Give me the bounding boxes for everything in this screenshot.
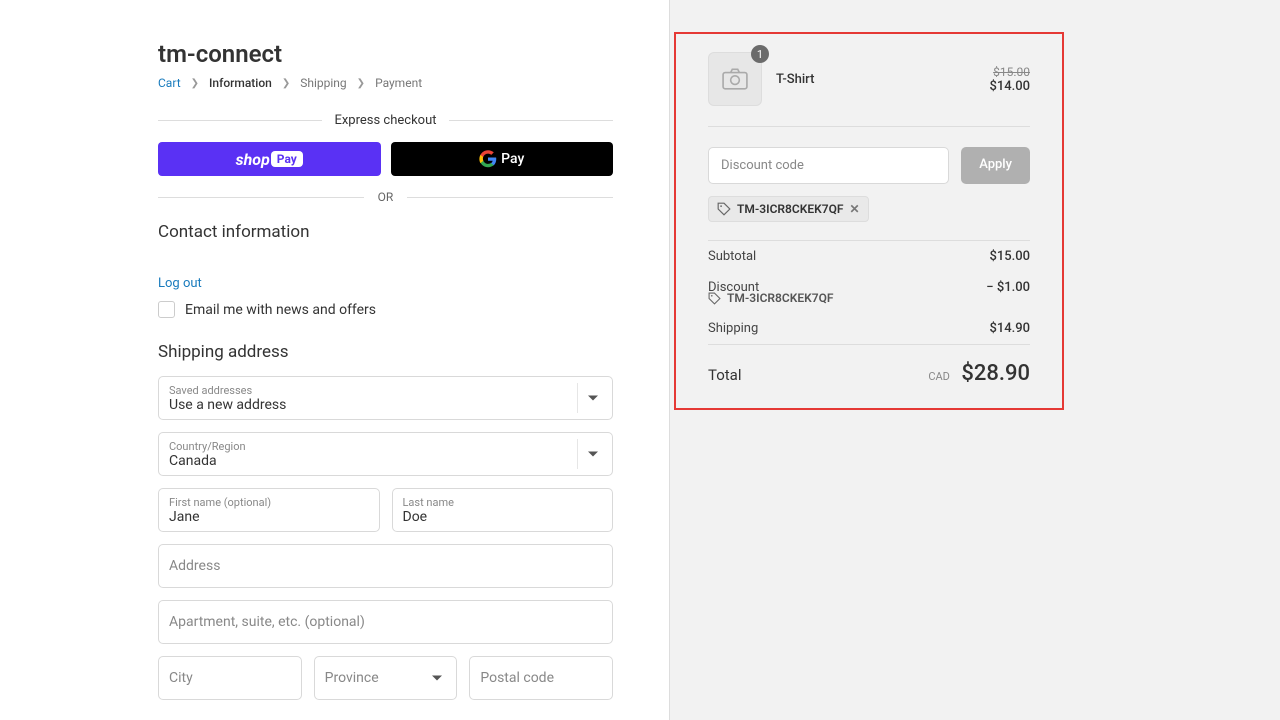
apply-discount-button[interactable]: Apply: [961, 147, 1030, 184]
country-select[interactable]: Country/Region Canada: [158, 432, 613, 476]
total-value: $28.90: [961, 361, 1030, 386]
shipping-address-heading: Shipping address: [158, 342, 613, 362]
chevron-right-icon: ❯: [282, 78, 290, 89]
checkout-form-panel: tm-connect Cart ❯ Information ❯ Shipping…: [0, 0, 670, 720]
contact-info-heading: Contact information: [158, 222, 613, 242]
product-price-discounted: $14.00: [989, 79, 1030, 94]
breadcrumb-payment: Payment: [375, 76, 422, 90]
tag-icon: [717, 202, 731, 216]
breadcrumb-cart[interactable]: Cart: [158, 76, 181, 90]
breadcrumb: Cart ❯ Information ❯ Shipping ❯ Payment: [158, 76, 613, 90]
remove-discount-icon[interactable]: ✕: [849, 202, 859, 216]
product-thumbnail: 1: [708, 52, 762, 106]
google-logo-icon: [479, 150, 497, 168]
currency-label: CAD: [928, 370, 950, 383]
express-checkout-label: Express checkout: [322, 113, 448, 128]
discount-value: − $1.00: [986, 280, 1030, 295]
shop-pay-logo: shop: [236, 150, 270, 169]
province-select[interactable]: Province: [314, 656, 458, 700]
discount-tag-label: TM-3ICR8CKEK7QF: [737, 202, 843, 216]
express-checkout-divider: Express checkout: [158, 112, 613, 128]
postal-code-field[interactable]: Postal code: [469, 656, 613, 700]
address-field[interactable]: Address: [158, 544, 613, 588]
shop-pay-button[interactable]: shop Pay: [158, 142, 381, 176]
saved-address-select[interactable]: Saved addresses Use a new address: [158, 376, 613, 420]
order-summary-panel: 1 T-Shirt $15.00 $14.00 Discount code Ap…: [670, 0, 1280, 720]
shipping-value: $14.90: [989, 321, 1030, 336]
tag-icon: [708, 292, 721, 305]
breadcrumb-information: Information: [209, 76, 272, 90]
applied-discount-code: TM-3ICR8CKEK7QF: [727, 291, 833, 305]
email-optin-label: Email me with news and offers: [185, 302, 376, 318]
cart-line-item: 1 T-Shirt $15.00 $14.00: [708, 38, 1030, 126]
subtotal-label: Subtotal: [708, 249, 756, 264]
apartment-field[interactable]: Apartment, suite, etc. (optional): [158, 600, 613, 644]
breadcrumb-shipping: Shipping: [300, 76, 346, 90]
email-optin-checkbox[interactable]: [158, 301, 175, 318]
or-divider: OR: [158, 190, 613, 204]
chevron-right-icon: ❯: [191, 78, 199, 89]
city-field[interactable]: City: [158, 656, 302, 700]
shop-pay-badge: Pay: [271, 151, 303, 167]
last-name-field[interactable]: Last name Doe: [392, 488, 614, 532]
first-name-field[interactable]: First name (optional) Jane: [158, 488, 380, 532]
chevron-right-icon: ❯: [357, 78, 365, 89]
discount-code-input[interactable]: Discount code: [708, 147, 949, 184]
or-label: OR: [378, 190, 394, 204]
camera-icon: [722, 68, 748, 90]
shipping-label: Shipping: [708, 321, 758, 336]
subtotal-value: $15.00: [989, 249, 1030, 264]
applied-discount-tag: TM-3ICR8CKEK7QF ✕: [708, 196, 869, 222]
product-name: T-Shirt: [776, 72, 989, 87]
google-pay-button[interactable]: Pay: [391, 142, 614, 176]
store-title: tm-connect: [158, 40, 613, 68]
gpay-label: Pay: [501, 151, 524, 167]
product-price-original: $15.00: [989, 65, 1030, 79]
total-label: Total: [708, 366, 742, 384]
quantity-badge: 1: [751, 45, 769, 63]
logout-link[interactable]: Log out: [158, 276, 202, 291]
